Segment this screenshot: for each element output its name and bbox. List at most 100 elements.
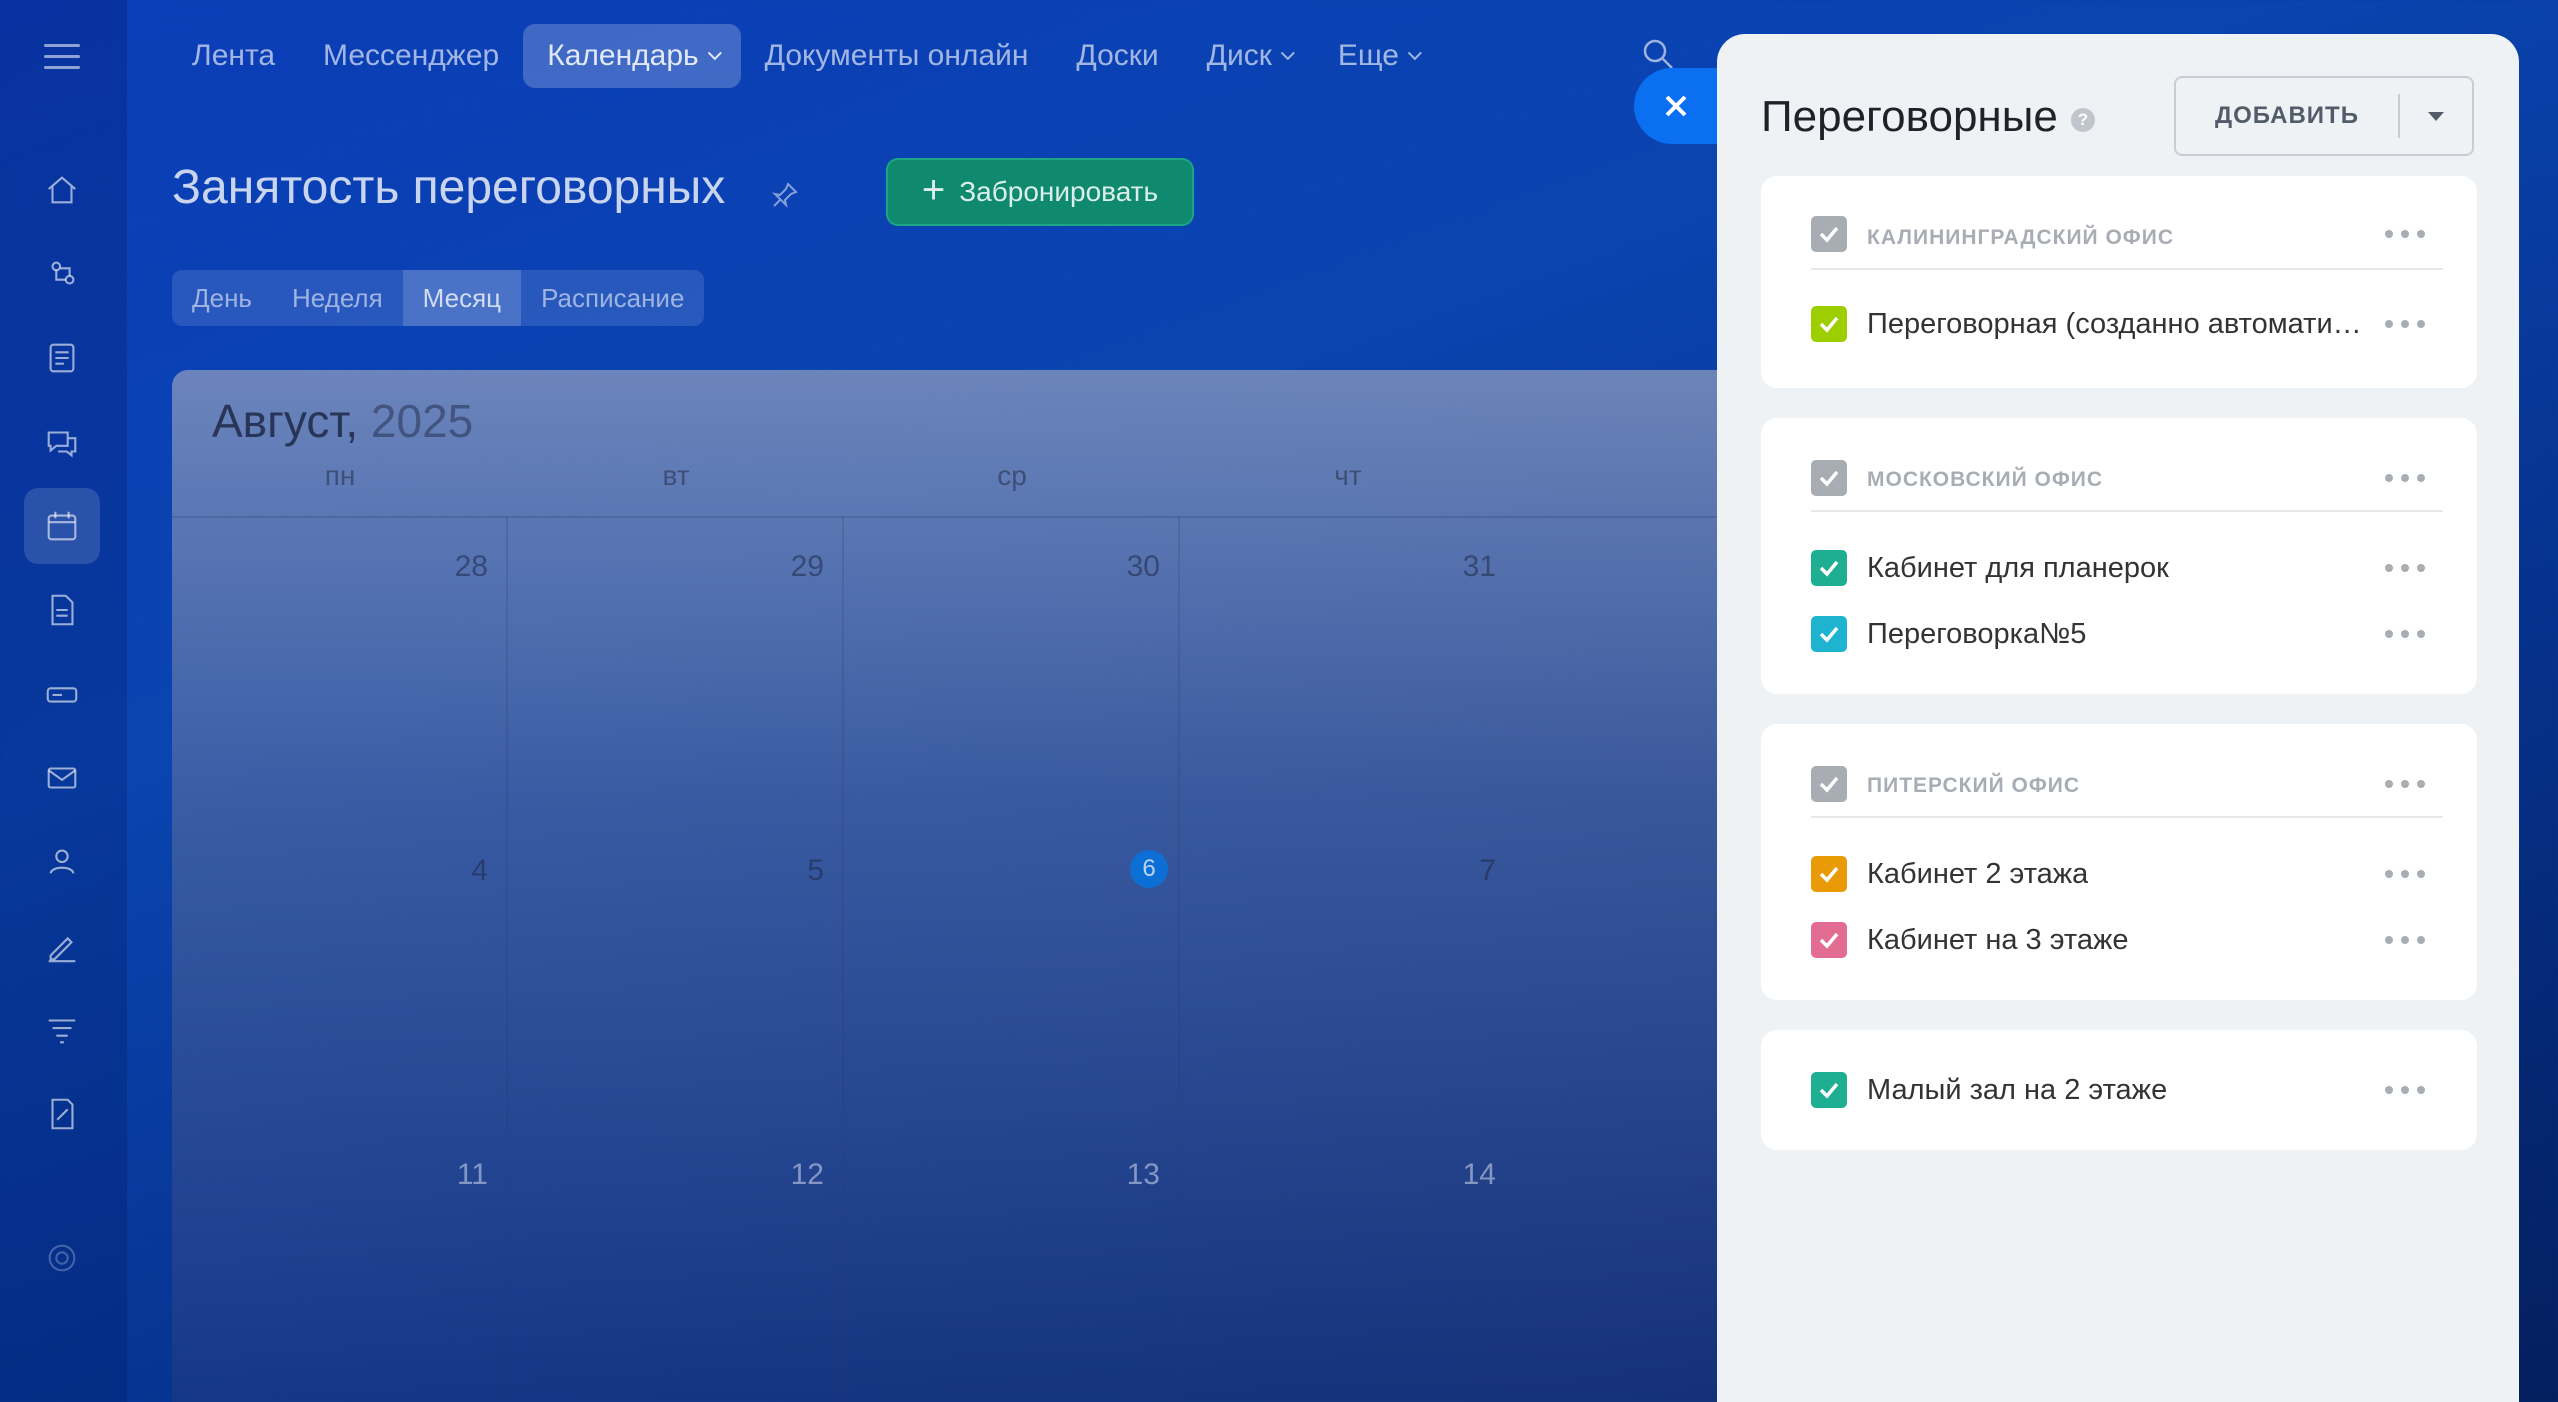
menu-icon[interactable] — [44, 44, 80, 72]
room-name[interactable]: Переговорная (созданно автоматически) — [1867, 308, 2375, 341]
caret-down-icon — [2428, 111, 2444, 121]
weekday-header: пн вт ср чт — [172, 460, 1772, 496]
day-number[interactable]: 7 — [1436, 854, 1496, 888]
check-icon — [1819, 1082, 1839, 1099]
sign-icon[interactable] — [24, 908, 100, 984]
top-navigation: Лента Мессенджер Календарь Документы онл… — [168, 24, 1441, 88]
add-button[interactable]: ДОБАВИТЬ — [2174, 76, 2474, 156]
more-icon[interactable] — [2385, 1084, 2425, 1096]
tasks-icon[interactable] — [24, 320, 100, 396]
funnel-icon[interactable] — [24, 992, 100, 1068]
room-name[interactable]: Кабинет 2 этажа — [1867, 858, 2088, 891]
room-checkbox[interactable] — [1811, 856, 1847, 892]
nav-item-messenger[interactable]: Мессенджер — [299, 24, 523, 88]
weekday-label: чт — [1334, 460, 1362, 491]
today-badge[interactable]: 6 — [1130, 850, 1168, 888]
crm-icon[interactable] — [24, 236, 100, 312]
room-checkbox[interactable] — [1811, 616, 1847, 652]
nav-item-feed[interactable]: Лента — [168, 24, 299, 88]
home-icon[interactable] — [24, 152, 100, 228]
weekday-label: ср — [997, 460, 1027, 491]
day-number[interactable]: 30 — [1100, 550, 1160, 584]
pin-icon[interactable] — [770, 180, 800, 210]
tab-day[interactable]: День — [172, 270, 272, 326]
group-name: ПИТЕРСКИЙ ОФИС — [1867, 774, 2081, 797]
group-checkbox[interactable] — [1811, 766, 1847, 802]
calendar-month-title: Август, 2025 — [212, 395, 474, 447]
more-icon[interactable] — [2385, 472, 2425, 484]
tab-week[interactable]: Неделя — [272, 270, 403, 326]
room-checkbox[interactable] — [1811, 550, 1847, 586]
check-icon — [1819, 470, 1839, 487]
weekday-label: вт — [662, 460, 690, 491]
drive-icon[interactable] — [24, 656, 100, 732]
day-number[interactable]: 11 — [428, 1158, 488, 1192]
group-name: КАЛИНИНГРАДСКИЙ ОФИС — [1867, 226, 2174, 249]
more-icon[interactable] — [2385, 228, 2425, 240]
nav-item-docs-online[interactable]: Документы онлайн — [741, 24, 1053, 88]
room-name[interactable]: Кабинет для планерок — [1867, 552, 2169, 585]
add-button-label: ДОБАВИТЬ — [2215, 102, 2359, 129]
more-icon[interactable] — [2385, 868, 2425, 880]
nav-item-more[interactable]: Еще — [1314, 24, 1441, 88]
view-tabs: День Неделя Месяц Расписание — [172, 270, 705, 326]
check-icon — [1819, 626, 1839, 643]
add-dropdown-toggle[interactable] — [2400, 111, 2472, 121]
room-checkbox[interactable] — [1811, 306, 1847, 342]
check-icon — [1819, 866, 1839, 883]
grid-line — [1178, 516, 1180, 1402]
grid-line — [506, 516, 508, 1402]
book-button[interactable]: + Забронировать — [886, 158, 1194, 226]
edit-doc-icon[interactable] — [24, 1076, 100, 1152]
room-group: ПИТЕРСКИЙ ОФИС Кабинет 2 этажа Кабинет н… — [1761, 724, 2477, 1000]
nav-item-boards[interactable]: Доски — [1052, 24, 1182, 88]
more-icon[interactable] — [2385, 934, 2425, 946]
page-title: Занятость переговорных — [172, 161, 726, 214]
day-number[interactable]: 4 — [428, 854, 488, 888]
group-name: МОСКОВСКИЙ ОФИС — [1867, 468, 2104, 491]
day-number[interactable]: 5 — [764, 854, 824, 888]
document-icon[interactable] — [24, 572, 100, 648]
grid-line — [172, 516, 1772, 518]
day-number[interactable]: 14 — [1436, 1158, 1496, 1192]
room-group: КАЛИНИНГРАДСКИЙ ОФИС Переговорная (созда… — [1761, 176, 2477, 388]
day-number[interactable]: 29 — [764, 550, 824, 584]
chevron-down-icon — [1407, 46, 1422, 61]
check-icon — [1819, 776, 1839, 793]
day-number[interactable]: 31 — [1436, 550, 1496, 584]
group-checkbox[interactable] — [1811, 460, 1847, 496]
chat-icon[interactable] — [24, 404, 100, 480]
grid-line — [842, 516, 844, 1402]
room-checkbox[interactable] — [1811, 922, 1847, 958]
more-icon[interactable] — [2385, 778, 2425, 790]
group-checkbox[interactable] — [1811, 216, 1847, 252]
more-icon[interactable] — [2385, 318, 2425, 330]
room-name[interactable]: Кабинет на 3 этаже — [1867, 924, 2129, 957]
panel-title: Переговорные — [1761, 92, 2058, 141]
chevron-down-icon — [1280, 46, 1295, 61]
users-icon[interactable] — [24, 824, 100, 900]
day-number[interactable]: 28 — [428, 550, 488, 584]
tab-schedule[interactable]: Расписание — [521, 270, 704, 326]
more-icon[interactable] — [2385, 562, 2425, 574]
settings-icon[interactable] — [24, 1220, 100, 1296]
weekday-label: пн — [324, 460, 356, 491]
check-icon — [1819, 560, 1839, 577]
more-icon[interactable] — [2385, 628, 2425, 640]
help-icon[interactable]: ? — [2071, 108, 2095, 132]
room-checkbox[interactable] — [1811, 1072, 1847, 1108]
day-number[interactable]: 12 — [764, 1158, 824, 1192]
day-number[interactable]: 13 — [1100, 1158, 1160, 1192]
mail-icon[interactable] — [24, 740, 100, 816]
tab-month[interactable]: Месяц — [402, 270, 522, 326]
nav-item-calendar[interactable]: Календарь — [523, 24, 741, 88]
room-name[interactable]: Переговорка№5 — [1867, 618, 2086, 651]
nav-item-disk[interactable]: Диск — [1183, 24, 1314, 88]
month-calendar: Август, 2025 пн вт ср чт 28 29 30 31 4 5… — [172, 370, 1772, 1402]
check-icon — [1819, 932, 1839, 949]
search-icon[interactable] — [1640, 36, 1676, 72]
calendar-icon[interactable] — [24, 488, 100, 564]
plus-icon: + — [921, 168, 946, 212]
room-name[interactable]: Малый зал на 2 этаже — [1867, 1074, 2167, 1107]
room-group-ungrouped: Малый зал на 2 этаже — [1761, 1030, 2477, 1150]
